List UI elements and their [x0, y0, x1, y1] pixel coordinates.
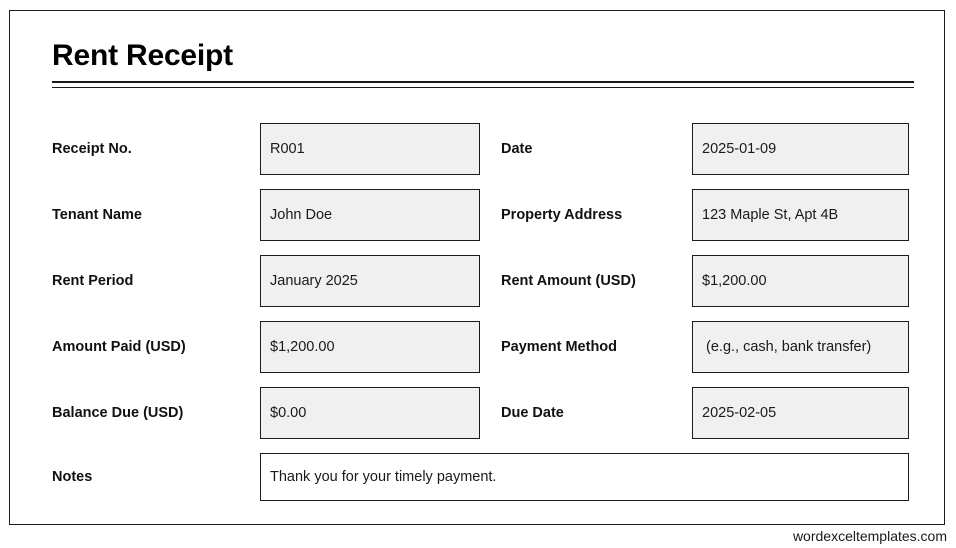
field-value-receipt-no[interactable]: R001	[260, 123, 480, 175]
field-value-tenant-name[interactable]: John Doe	[260, 189, 480, 241]
field-label-payment-method: Payment Method	[501, 339, 618, 355]
field-value-amount-paid[interactable]: $1,200.00	[260, 321, 480, 373]
field-label-rent-period: Rent Period	[52, 273, 134, 289]
form-row: Tenant Name John Doe Property Address 12…	[10, 189, 946, 255]
field-label-receipt-no: Receipt No.	[52, 141, 132, 157]
form-row: Balance Due (USD) $0.00 Due Date 2025-02…	[10, 387, 946, 453]
form-row: Receipt No. R001 Date 2025-01-09	[10, 123, 946, 189]
form-row: Rent Period January 2025 Rent Amount (US…	[10, 255, 946, 321]
form-row: Amount Paid (USD) $1,200.00 Payment Meth…	[10, 321, 946, 387]
receipt-form: Receipt No. R001 Date 2025-01-09 Tenant …	[10, 123, 946, 513]
title-block: Rent Receipt	[52, 37, 914, 88]
field-value-date[interactable]: 2025-01-09	[692, 123, 909, 175]
field-label-balance-due: Balance Due (USD)	[52, 405, 184, 421]
field-label-tenant-name: Tenant Name	[52, 207, 142, 223]
notes-row: Notes Thank you for your timely payment.	[10, 453, 946, 513]
receipt-card: Rent Receipt Receipt No. R001 Date 2025-…	[9, 10, 945, 525]
field-value-rent-amount[interactable]: $1,200.00	[692, 255, 909, 307]
field-value-due-date[interactable]: 2025-02-05	[692, 387, 909, 439]
field-label-property-address: Property Address	[501, 207, 623, 223]
footer-credit: wordexceltemplates.com	[792, 528, 947, 544]
field-label-amount-paid: Amount Paid (USD)	[52, 339, 186, 355]
field-label-date: Date	[501, 141, 533, 157]
page-title: Rent Receipt	[52, 39, 233, 72]
title-divider	[52, 81, 914, 88]
field-value-balance-due[interactable]: $0.00	[260, 387, 480, 439]
field-label-notes: Notes	[52, 469, 93, 485]
field-value-notes[interactable]: Thank you for your timely payment.	[260, 453, 909, 501]
field-value-property-address[interactable]: 123 Maple St, Apt 4B	[692, 189, 909, 241]
field-label-due-date: Due Date	[501, 405, 564, 421]
field-value-rent-period[interactable]: January 2025	[260, 255, 480, 307]
receipt-page: Rent Receipt Receipt No. R001 Date 2025-…	[0, 0, 956, 548]
field-value-payment-method[interactable]: (e.g., cash, bank transfer)	[692, 321, 909, 373]
field-label-rent-amount: Rent Amount (USD)	[501, 273, 636, 289]
